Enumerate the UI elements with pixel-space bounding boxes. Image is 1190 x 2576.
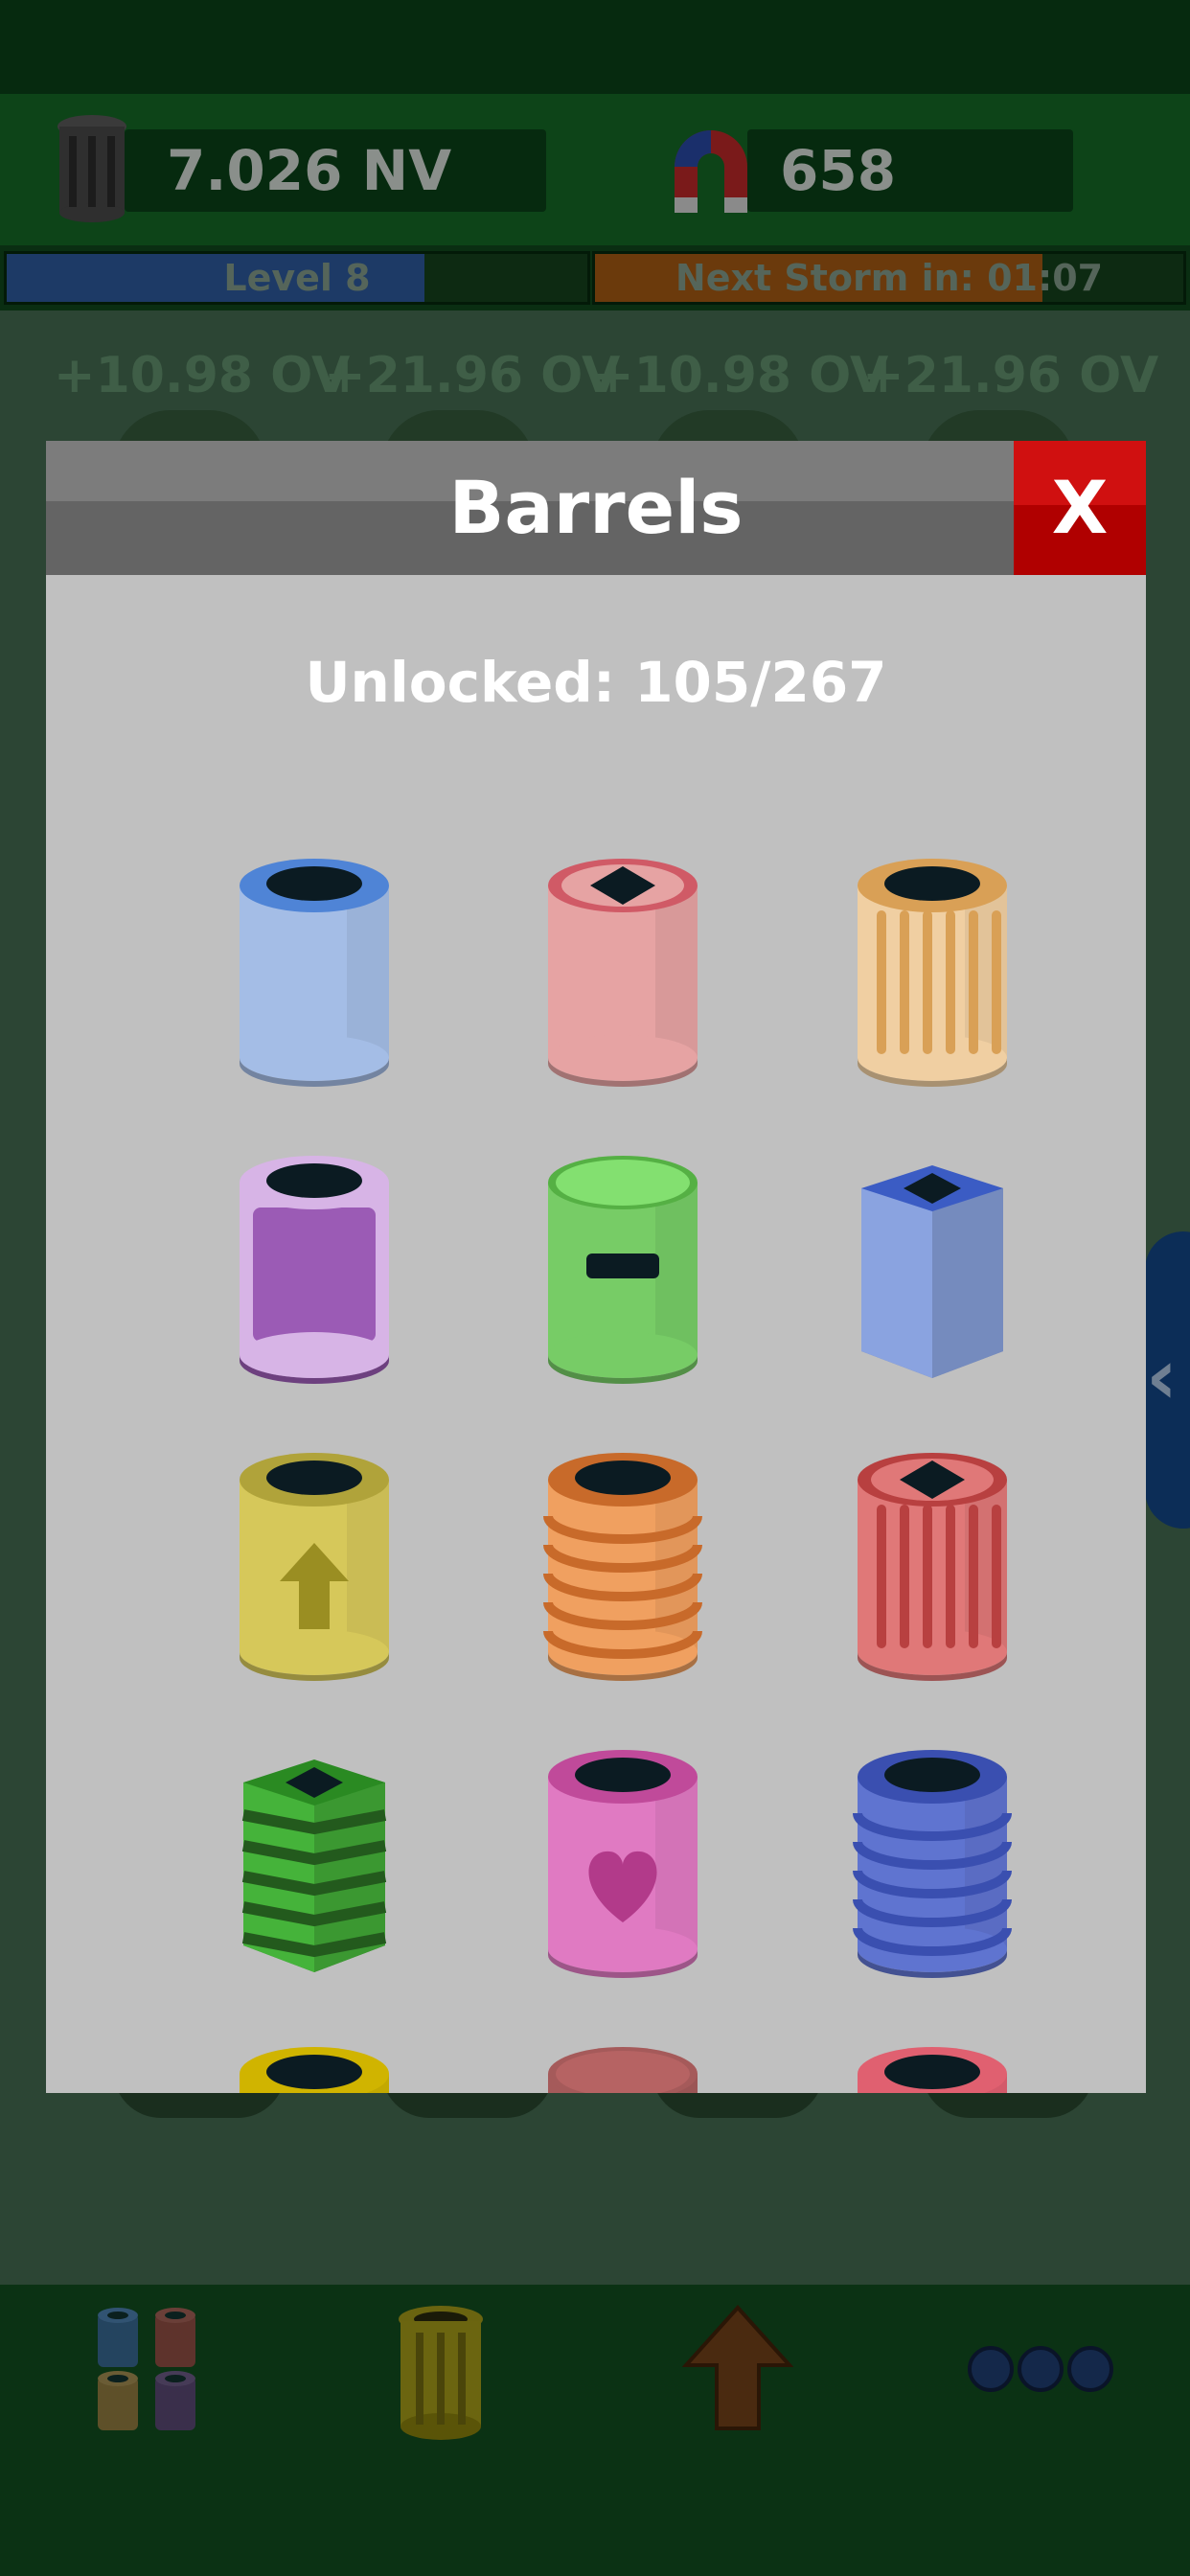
unlocked-counter: Unlocked: 105/267 — [305, 650, 887, 715]
barrel-icon — [548, 1750, 698, 1978]
trash-value: 7.026 NV — [167, 138, 452, 203]
close-button[interactable]: X — [1014, 441, 1146, 575]
barrel-red-partial[interactable] — [827, 2032, 1038, 2093]
barrel-tan-ribbed[interactable] — [827, 843, 1038, 1102]
barrel-icon — [548, 859, 698, 1087]
barrel-purple[interactable] — [209, 1140, 420, 1399]
barrel-icon — [858, 2047, 1007, 2093]
barrel-red-ribbed[interactable] — [827, 1438, 1038, 1696]
earning-label: +10.98 OV — [54, 347, 351, 404]
barrel-icon — [240, 2047, 389, 2093]
modal-title: Barrels — [448, 465, 744, 550]
barrel-icon — [858, 859, 1007, 1087]
barrel-icon — [853, 1750, 1012, 1978]
barrel-yellow-partial[interactable] — [209, 2032, 420, 2093]
earning-label: +21.96 OV — [324, 347, 621, 404]
barrel-blue[interactable] — [209, 843, 420, 1102]
trash-can-icon — [57, 115, 126, 222]
magnet-value: 658 — [780, 138, 897, 203]
magnet-icon — [675, 130, 747, 213]
barrel-magenta-heart[interactable] — [517, 1735, 728, 1993]
storm-timer-bar: Next Storm in: 01:07 — [592, 251, 1186, 305]
earning-label: +10.98 OV — [592, 347, 889, 404]
barrel-icon — [240, 1453, 389, 1681]
barrel-yellow-arrow[interactable] — [209, 1438, 420, 1696]
upgrade-arrow-icon[interactable] — [682, 2304, 793, 2434]
barrel-green-box-striped[interactable] — [209, 1735, 420, 1993]
barrel-green-slot[interactable] — [517, 1140, 728, 1399]
barrel-icon — [858, 1453, 1007, 1681]
barrel-orange-rings[interactable] — [517, 1438, 728, 1696]
level-progress-bar: Level 8 — [4, 251, 590, 305]
barrel-mauve-partial[interactable] — [517, 2032, 728, 2093]
status-strip — [0, 0, 1190, 94]
barrel-icon — [240, 859, 389, 1087]
trash-can-nav-icon[interactable] — [395, 2304, 487, 2444]
barrels-modal: Barrels X Unlocked: 105/267 — [46, 441, 1146, 2093]
barrel-blue-rings[interactable] — [827, 1735, 1038, 1993]
barrel-icon — [241, 1760, 387, 1972]
earning-label: +21.96 OV — [862, 347, 1159, 404]
barrel-icon — [548, 2047, 698, 2093]
barrel-pink[interactable] — [517, 843, 728, 1102]
barrel-icon — [548, 1156, 698, 1384]
barrel-icon — [543, 1453, 702, 1681]
barrel-icon — [240, 1156, 389, 1384]
barrel-blue-box[interactable] — [827, 1140, 1038, 1399]
storm-timer-label: Next Storm in: 01:07 — [675, 257, 1104, 299]
level-label: Level 8 — [223, 257, 371, 299]
barrel-icon — [861, 1165, 1003, 1378]
chevron-left-icon[interactable]: ‹ — [1146, 1332, 1178, 1421]
more-dots-icon[interactable] — [964, 2342, 1117, 2396]
barrels-collection-icon[interactable] — [92, 2304, 203, 2438]
